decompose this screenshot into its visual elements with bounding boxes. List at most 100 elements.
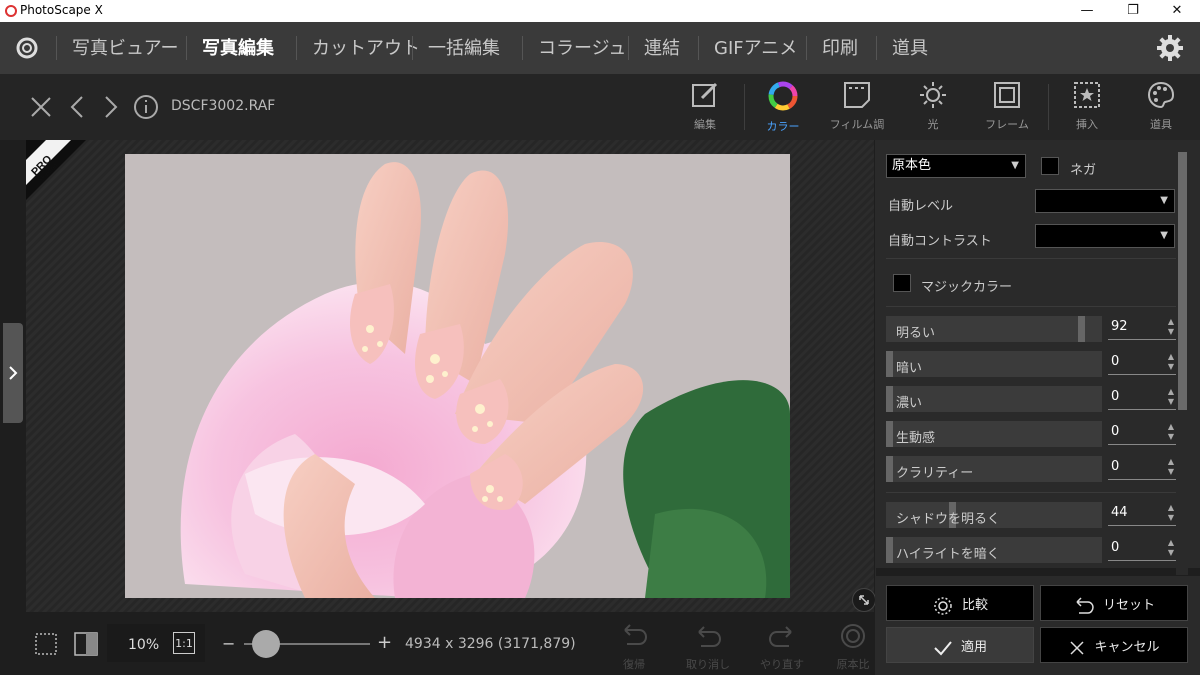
revert-button[interactable]: 復帰 [604,622,664,672]
spinner-arrows-icon: ▲ ▼ [1167,457,1174,476]
auto-level-select[interactable]: ▼ [1035,189,1175,213]
chevron-right-icon [9,366,18,380]
menu-combine[interactable]: 連結 [644,34,680,60]
panel-scrollbar-thumb[interactable] [1178,152,1187,410]
expand-arrows-icon [859,595,869,605]
cancel-button[interactable]: キャンセル [1040,627,1188,663]
saturation-label: 濃い [896,396,923,411]
highlight-value[interactable]: 0 ▲ ▼ [1108,537,1176,561]
window-title: PhotoScape X [20,3,103,17]
dropdown-caret-icon: ▼ [1011,160,1019,171]
brightness-label: 明るい [896,326,936,341]
minimize-button[interactable]: — [1064,0,1110,22]
magic-color-checkbox[interactable] [893,274,911,292]
zoom-slider-knob[interactable] [252,630,280,658]
next-photo-icon[interactable] [102,95,120,119]
menu-collage[interactable]: コラージュ [538,34,626,60]
cancel-x-icon [1070,640,1085,655]
actual-size-button[interactable]: 1:1 [173,632,195,654]
dropdown-caret-icon: ▼ [1160,230,1168,241]
menu-photo-editor[interactable]: 写真編集 [202,34,274,60]
saturation-slider-handle[interactable] [886,386,893,412]
menu-print[interactable]: 印刷 [822,34,858,60]
auto-contrast-select[interactable]: ▼ [1035,224,1175,248]
highlight-label: ハイライトを暗く [896,547,1000,562]
menu-gif[interactable]: GIFアニメ [714,34,797,60]
tool-color[interactable]: カラー [748,80,818,134]
tool-edit[interactable]: 編集 [670,80,740,132]
redo-button[interactable]: やり直す [752,622,812,672]
menu-cutout[interactable]: カットアウト [312,34,420,60]
compare-button[interactable]: 比較 [886,585,1034,621]
spinner-arrows-icon: ▲ ▼ [1167,352,1174,371]
magic-color-label: マジックカラー [921,280,1013,295]
tool-tools[interactable]: 道具 [1126,80,1196,132]
shadow-value[interactable]: 44 ▲ ▼ [1108,502,1176,526]
file-name: DSCF3002.RAF [171,98,276,114]
menu-photo-viewer[interactable]: 写真ビュアー [72,34,179,60]
reset-button[interactable]: リセット [1040,585,1188,621]
frame-icon [994,82,1020,108]
brightness-slider-handle[interactable] [1078,316,1085,342]
zoom-percent: 10% [128,637,160,653]
spinner-arrows-icon: ▲ ▼ [1167,317,1174,336]
zoom-in-button[interactable]: + [377,632,392,653]
color-preset-select[interactable]: 原本色 ▼ [886,154,1026,178]
original-icon [841,624,865,648]
clarity-label: クラリティー [896,466,974,481]
vibrance-value[interactable]: 0 ▲ ▼ [1108,421,1176,445]
apply-button[interactable]: 適用 [886,627,1034,663]
tool-light[interactable]: 光 [898,80,968,132]
sun-icon [920,82,946,108]
settings-gear-icon[interactable] [1156,34,1184,62]
clarity-value[interactable]: 0 ▲ ▼ [1108,456,1176,480]
info-icon[interactable] [133,94,159,120]
pro-version-badge: PRO Version [26,140,86,200]
film-icon [844,82,870,108]
vibrance-slider-handle[interactable] [886,421,893,447]
app-logo-icon [5,5,17,17]
checkmark-icon [934,640,952,655]
crop-select-icon[interactable] [32,630,60,658]
highlight-slider-handle[interactable] [886,537,893,563]
edited-photo[interactable] [125,154,790,598]
color-wheel-icon [768,81,798,111]
menu-tools[interactable]: 道具 [892,34,928,60]
window-titlebar: PhotoScape X — ❐ ✕ [0,0,1200,22]
palette-icon [1147,81,1175,109]
tool-insert[interactable]: 挿入 [1052,80,1122,132]
insert-icon [1074,82,1100,108]
auto-contrast-label: 自動コントラスト [888,234,992,249]
pro-ribbon-icon: PRO Version [26,140,86,200]
zoom-out-button[interactable]: − [222,634,235,653]
editor-toolbar: DSCF3002.RAF 編集 カラー フィルム調 光 フレーム 挿入 道具 [0,74,1200,140]
clarity-slider-handle[interactable] [886,456,893,482]
tool-frame[interactable]: フレーム [972,80,1042,132]
fit-screen-button[interactable] [852,588,876,612]
compare-icon [934,596,952,615]
close-photo-icon[interactable] [29,95,53,119]
saturation-value[interactable]: 0 ▲ ▼ [1108,386,1176,410]
photo-hand-rose-image [125,154,790,598]
reset-icon [1076,596,1094,614]
spinner-arrows-icon: ▲ ▼ [1167,387,1174,406]
maximize-button[interactable]: ❐ [1110,0,1156,22]
main-menu-bar: 写真ビュアー 写真編集 カットアウト 一括編集 コラージュ 連結 GIFアニメ … [0,22,1200,74]
darkness-slider-handle[interactable] [886,351,893,377]
negative-checkbox[interactable] [1041,157,1059,175]
darkness-value[interactable]: 0 ▲ ▼ [1108,351,1176,375]
negative-label: ネガ [1070,163,1097,178]
side-panel-toggle[interactable] [3,323,23,423]
spinner-arrows-icon: ▲ ▼ [1167,422,1174,441]
tool-film[interactable]: フィルム調 [822,80,892,132]
menu-batch[interactable]: 一括編集 [428,34,500,60]
close-window-button[interactable]: ✕ [1154,0,1200,22]
undo-button[interactable]: 取り消し [678,622,738,672]
brightness-value[interactable]: 92 ▲ ▼ [1108,316,1176,340]
dropdown-caret-icon: ▼ [1160,195,1168,206]
compare-split-icon[interactable] [72,630,100,658]
home-logo-icon[interactable] [14,35,40,61]
original-compare-button[interactable]: 原本比 [828,622,878,672]
undo-icon [698,626,722,647]
previous-photo-icon[interactable] [68,95,86,119]
